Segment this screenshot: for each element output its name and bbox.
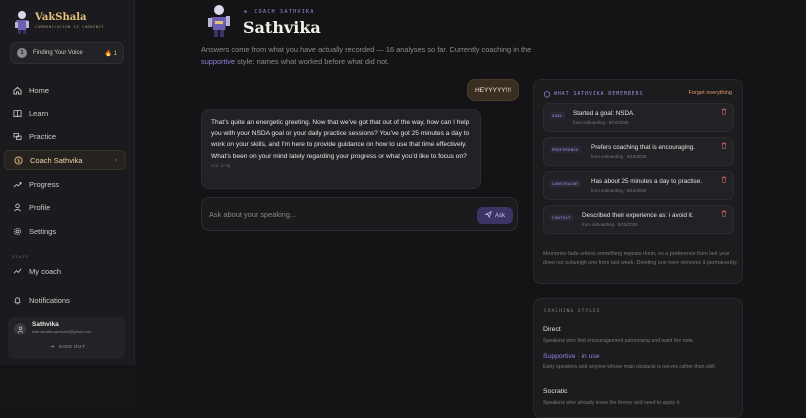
nav-home-label: Home <box>29 85 50 95</box>
streak-count: 🔥 1 <box>104 50 117 57</box>
intro-text-1: Answers come from what you have actually… <box>201 45 532 54</box>
level-card[interactable]: 1 Finding Your Voice 🔥 1 <box>10 42 124 64</box>
nav-progress-label: Progress <box>29 179 60 189</box>
memory-source: from onboarding · 8/15/2026 <box>591 188 647 193</box>
gear-icon <box>12 226 22 236</box>
forget-everything-button[interactable]: Forget everything <box>688 90 732 96</box>
brand-tagline: COMMUNICATION IS CURRENCY <box>35 25 105 29</box>
nav-practice[interactable]: Practice <box>4 126 126 146</box>
memory-kind-badge: CONTEXT <box>550 214 573 221</box>
style-direct[interactable]: Direct <box>543 326 561 333</box>
memory-title-label: WHAT SATHVIKA REMEMBERS <box>554 92 644 97</box>
ask-input[interactable] <box>209 207 469 221</box>
trend-icon <box>12 179 22 189</box>
ask-button[interactable]: Ask <box>477 207 513 224</box>
book-icon <box>12 108 22 118</box>
nav-my-coach-label: My coach <box>29 266 62 276</box>
trash-icon[interactable] <box>721 142 727 149</box>
memory-text: Described their experience as: i avoid i… <box>582 212 694 219</box>
style-direct-desc: Speakers who find encouragement patronis… <box>543 338 695 344</box>
coach-link-icon <box>12 266 22 276</box>
user-email: learnachallengemyself@gmail.com <box>32 330 91 334</box>
memory-kind-badge: GOAL <box>550 112 565 119</box>
memory-item: CONSTRAINT Has about 25 minutes a day to… <box>543 171 734 200</box>
coach-message-text: That's quite an energetic greeting. Now … <box>211 119 470 160</box>
style-socratic[interactable]: Socratic <box>543 388 568 395</box>
memory-source: from onboarding · 8/15/2026 <box>591 154 647 159</box>
memory-item: CONTEXT Described their experience as: i… <box>543 205 734 234</box>
chevron-right-icon: › <box>114 156 117 164</box>
styles-title: COACHING STYLES <box>544 309 601 314</box>
svg-text:$: $ <box>17 158 20 164</box>
memory-text: Started a goal: NSDA. <box>573 110 635 117</box>
trash-icon[interactable] <box>721 108 727 115</box>
ask-box: Ask <box>201 197 518 231</box>
user-message: HEYYYYY!!! <box>467 79 519 101</box>
nav-settings[interactable]: Settings <box>4 221 126 241</box>
user-name: Sathvika <box>32 321 59 328</box>
style-supportive-desc: Early speakers and anyone whose main obs… <box>543 364 717 370</box>
nav-coach-sathvika[interactable]: $ Coach Sathvika › <box>4 150 126 170</box>
style-socratic-desc: Speakers who already know the theory and… <box>543 400 681 406</box>
sign-out-button[interactable]: ⇥ SIGN OUT <box>50 344 85 350</box>
page-title: Sathvika <box>243 18 321 37</box>
coach-avatar-icon <box>208 5 230 37</box>
send-icon <box>484 210 492 220</box>
practice-icon <box>12 131 22 141</box>
coach-message: That's quite an energetic greeting. Now … <box>201 109 481 189</box>
shield-icon <box>544 91 550 98</box>
coach-intro: Answers come from what you have actually… <box>201 44 556 68</box>
bell-icon <box>12 295 22 305</box>
sign-out-icon: ⇥ <box>50 344 55 350</box>
intro-text-2: style: names what worked before what did… <box>235 57 390 66</box>
coach-tag-icon: ⊕ <box>244 9 249 15</box>
staff-heading: STAFF <box>12 254 30 259</box>
nav-profile-label: Profile <box>29 202 51 212</box>
nav-learn[interactable]: Learn <box>4 103 126 123</box>
trash-icon[interactable] <box>721 210 727 217</box>
nav-settings-label: Settings <box>29 226 57 236</box>
nav-profile[interactable]: Profile <box>4 197 126 217</box>
sidebar-footer <box>0 365 135 411</box>
memory-text: Prefers coaching that is encouraging. <box>591 144 695 151</box>
memory-note: Memories fade unless something repeats t… <box>543 251 738 266</box>
vakshala-logo-icon <box>15 11 29 34</box>
coach-message-source: via Groq <box>211 162 231 168</box>
trash-icon[interactable] <box>721 176 727 183</box>
user-card: Sathvika learnachallengemyself@gmail.com… <box>8 317 125 359</box>
nav-notifications[interactable]: Notifications <box>4 290 126 310</box>
nav-learn-label: Learn <box>29 108 49 118</box>
memory-title: WHAT SATHVIKA REMEMBERS <box>544 91 643 98</box>
sidebar: VakShala COMMUNICATION IS CURRENCY 1 Fin… <box>0 0 135 365</box>
memory-item: GOAL Started a goal: NSDA. from onboardi… <box>543 103 734 132</box>
coach-tag: ⊕ COACH SATHVIKA <box>244 9 315 15</box>
brand-name: VakShala <box>35 12 87 23</box>
nav-practice-label: Practice <box>29 131 57 141</box>
style-supportive[interactable]: Supportive · in use <box>543 353 600 360</box>
nav-coach-label: Coach Sathvika <box>30 155 83 165</box>
intro-style-link[interactable]: supportive <box>201 57 235 66</box>
coach-tag-label: COACH SATHVIKA <box>254 9 315 15</box>
coaching-styles-panel: COACHING STYLES Direct Speakers who find… <box>533 298 743 418</box>
home-icon <box>12 85 22 95</box>
nav-progress[interactable]: Progress <box>4 174 126 194</box>
avatar <box>14 323 26 335</box>
user-icon <box>12 202 22 212</box>
nav-my-coach[interactable]: My coach <box>4 261 126 281</box>
nav-notifications-label: Notifications <box>29 295 70 305</box>
memory-source: from onboarding · 8/15/2026 <box>582 222 638 227</box>
memory-kind-badge: PREFERENCE <box>550 146 581 153</box>
ask-button-label: Ask <box>494 212 505 219</box>
coach-icon: $ <box>13 155 23 165</box>
level-badge: 1 <box>17 48 27 58</box>
memory-kind-badge: CONSTRAINT <box>550 180 581 187</box>
memory-item: PREFERENCE Prefers coaching that is enco… <box>543 137 734 166</box>
nav-home[interactable]: Home <box>4 80 126 100</box>
memory-source: from onboarding · 8/15/2026 <box>573 120 629 125</box>
level-label: Finding Your Voice <box>33 50 83 56</box>
sign-out-label: SIGN OUT <box>58 344 86 349</box>
memory-text: Has about 25 minutes a day to practise. <box>591 178 702 185</box>
